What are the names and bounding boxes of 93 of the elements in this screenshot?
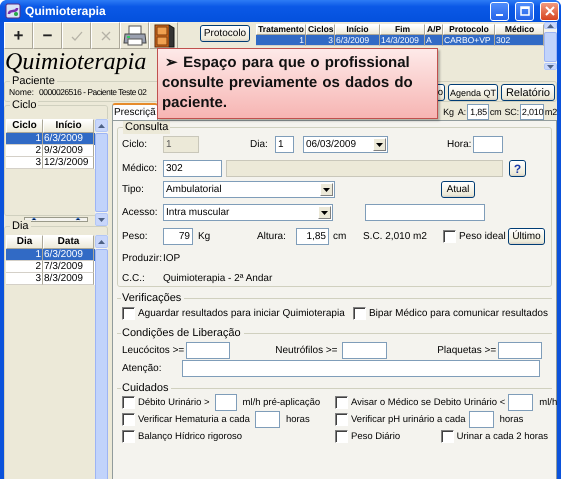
page-heading: Quimioterapia — [4, 49, 146, 75]
unit-label: ml/h — [539, 396, 558, 408]
height-field: 1,85 — [466, 104, 489, 120]
field-label: Nome: — [9, 87, 34, 97]
field-label: Acesso: — [122, 207, 159, 218]
add-button[interactable]: + — [4, 22, 33, 49]
table-row[interactable]: 2 9/3/2009 — [6, 145, 95, 157]
field-label: Dia: — [250, 139, 269, 150]
type-dropdown[interactable]: Ambulatorial — [163, 181, 335, 198]
table-row[interactable]: 3 12/3/2009 — [6, 157, 95, 169]
field-label: IOP — [163, 253, 182, 264]
field-label: A: — [458, 106, 466, 116]
unit-label: horas — [500, 414, 524, 424]
remove-button[interactable]: − — [33, 22, 62, 49]
field-label: Peso: — [122, 231, 149, 242]
group-label: Condições de Liberação — [122, 327, 241, 339]
column-header: Ciclos — [306, 24, 335, 35]
table-row[interactable]: 3 8/3/2009 — [6, 273, 95, 285]
height-field[interactable]: 1,85 — [296, 228, 329, 245]
column-header: Dia — [6, 235, 43, 249]
column-header: Fim — [380, 24, 425, 35]
unit-label: m2 — [544, 106, 557, 116]
checkbox-label: Verificar pH urinário a cada — [351, 414, 466, 424]
table-row[interactable]: 1 6/3/2009 — [6, 133, 95, 145]
field-label: Ciclo: — [122, 139, 148, 150]
checkbox-label: Balanço Hídrico rigoroso — [138, 430, 242, 442]
checkbox-label: Aguardar resultados para iniciar Quimioterapia — [138, 308, 345, 319]
checkbox-label: Débito Urinário > — [138, 396, 210, 408]
tab[interactable]: Prescriçã — [112, 103, 158, 120]
unit-label: horas — [286, 414, 310, 424]
table-cell: 6/3/2009 — [335, 35, 380, 46]
field-label: SC: — [504, 106, 519, 116]
field-label: Atenção: — [122, 363, 162, 374]
patient-name: 0000026516 - Paciente Teste 02 — [39, 87, 146, 97]
checkbox-label: Bipar Médico para comunicar resultados — [369, 308, 548, 319]
column-header: Data — [43, 235, 94, 249]
callout-text: ➢ Espaço para que o profissional consulte previamente os dados do paciente. — [161, 53, 414, 113]
date-dropdown[interactable]: 06/03/2009 — [303, 136, 388, 153]
field-label: Leucócitos >= — [122, 345, 186, 356]
unit-label: ml/h pré-aplicação — [242, 396, 320, 408]
access-dropdown[interactable]: Intra muscular — [163, 204, 333, 221]
field-label: Produzir: — [122, 253, 163, 264]
toolbar-button[interactable]: Relatório — [501, 84, 555, 101]
unit-label: Kg — [443, 106, 454, 116]
field-label: S.C. 2,010 m2 — [363, 231, 428, 242]
table-cell: 12/3/2009 — [43, 157, 94, 169]
group-label: Verificações — [122, 292, 182, 304]
column-header: Ciclo — [6, 119, 43, 133]
column-header: Tratamento — [256, 24, 306, 35]
column-header: Médico — [495, 24, 544, 35]
protocol-button[interactable]: Protocolo — [200, 25, 250, 42]
day-field[interactable]: 1 — [275, 136, 294, 153]
group-label: Consulta — [123, 121, 170, 134]
column-header: Início — [335, 24, 380, 35]
table-row[interactable]: 2 7/3/2009 — [6, 261, 95, 273]
toolbar-button[interactable]: Agenda QT — [448, 84, 498, 101]
table-cell: 8/3/2009 — [43, 273, 94, 285]
table-cell: 3 — [306, 35, 335, 46]
unit-label: cm — [490, 106, 502, 116]
table-cell: 3 — [6, 157, 43, 169]
column-header: Início — [43, 119, 94, 133]
field-label: cm — [332, 231, 348, 242]
group-label: Cuidados — [122, 382, 168, 394]
checkbox-label: Urinar a cada 2 horas — [456, 430, 548, 442]
checkbox-label: Avisar o Médico se Debito Urinário < — [351, 396, 506, 408]
doctor-field[interactable]: 302 — [163, 160, 222, 177]
field-label: Médico: — [122, 163, 158, 174]
column-header: Protocolo — [443, 24, 495, 35]
field-label: Tipo: — [122, 184, 145, 195]
table-row[interactable]: 1 6/3/2009 — [6, 249, 95, 261]
last-button[interactable]: Último — [508, 228, 545, 245]
checkbox-label: Peso Diário — [351, 430, 400, 442]
table-row[interactable]: 1 3 6/3/2009 14/3/2009 A CARBO+VP 302 — [256, 35, 544, 46]
field-label: Quimioterapia - 2ª Andar — [163, 273, 274, 284]
window-title: Quimioterapia — [25, 4, 107, 18]
field-label: Plaquetas >= — [437, 345, 498, 356]
table-cell: 14/3/2009 — [380, 35, 425, 46]
table-cell: CARBO+VP — [443, 35, 495, 46]
table-cell: A — [425, 35, 443, 46]
current-button[interactable]: Atual — [441, 181, 475, 198]
field-label: Hora: — [447, 139, 472, 150]
weight-field[interactable]: 79 — [163, 228, 193, 245]
table-cell: 1 — [256, 35, 306, 46]
field-label: Neutrófilos >= — [275, 345, 339, 356]
column-header: A/P — [425, 24, 443, 35]
table-cell: 3 — [6, 273, 43, 285]
field-label: Altura: — [257, 231, 287, 242]
field-label: Kg — [197, 231, 212, 242]
help-button[interactable]: ? — [509, 160, 526, 177]
field-label: C.C.: — [122, 273, 146, 284]
surface-field: 2,010 — [520, 104, 544, 120]
field-label: Peso ideal — [458, 231, 507, 242]
checkbox-label: Verificar Hematuria a cada — [138, 414, 250, 424]
